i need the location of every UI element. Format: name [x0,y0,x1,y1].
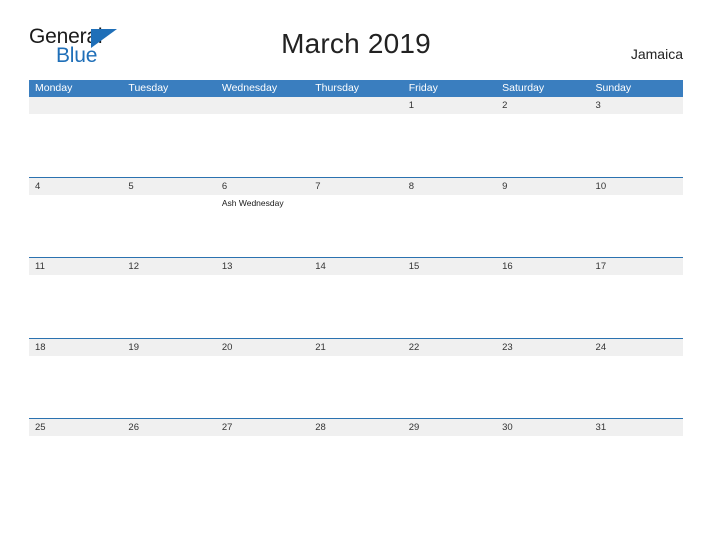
calendar-week-row: 4 5 6 7 8 9 10 Ash Wednesday [29,176,683,258]
weekday-header-friday: Friday [408,82,438,94]
calendar-day-number[interactable]: 4 [29,178,122,195]
calendar-day-number[interactable]: 21 [309,339,402,356]
calendar-day-cell[interactable] [309,436,402,498]
calendar-day-number[interactable]: 29 [403,419,496,436]
weekday-header-thursday: Thursday [315,82,360,94]
calendar-day-number[interactable]: 6 [216,178,309,195]
calendar-day-number[interactable]: 7 [309,178,402,195]
calendar-day-number[interactable]: 2 [496,97,589,114]
calendar-day-cell[interactable] [496,356,589,418]
weekday-header-row: Monday Tuesday Wednesday Thursday Friday… [29,80,683,97]
calendar-day-cell[interactable] [122,275,215,337]
calendar-day-number[interactable]: 12 [122,258,215,275]
calendar-week-row: 123 [29,97,683,177]
calendar-day-cell[interactable] [403,436,496,498]
calendar-day-number[interactable]: 25 [29,419,122,436]
calendar-day-number[interactable]: 1 [403,97,496,114]
calendar-day-event-band [29,275,683,337]
calendar-day-cell[interactable] [122,436,215,498]
calendar-day-cell[interactable] [216,275,309,337]
calendar-day-cell[interactable] [496,436,589,498]
calendar-day-number[interactable]: 3 [590,97,683,114]
calendar-day-cell[interactable] [29,195,122,257]
calendar-day-cell[interactable] [496,275,589,337]
calendar-day-cell[interactable] [309,275,402,337]
calendar-day-cell[interactable] [29,114,122,176]
calendar-day-number[interactable]: 30 [496,419,589,436]
calendar-day-cell[interactable] [122,195,215,257]
calendar-day-cell[interactable] [590,275,683,337]
calendar-week-row: 11 12 13 14 15 16 17 [29,257,683,338]
calendar-day-number-band: 4 5 6 7 8 9 10 [29,177,683,195]
calendar-day-cell[interactable] [29,275,122,337]
calendar-day-cell[interactable] [496,195,589,257]
calendar-day-cell[interactable] [309,356,402,418]
calendar-day-cell[interactable] [496,114,589,176]
calendar-day-cell[interactable] [122,114,215,176]
calendar-day-number-band: 25 26 27 28 29 30 31 [29,419,683,436]
calendar-day-cell[interactable]: Ash Wednesday [216,195,309,257]
calendar-day-cell[interactable] [590,356,683,418]
weekday-header-monday: Monday [35,82,73,94]
calendar-grid: Monday Tuesday Wednesday Thursday Friday… [29,80,683,499]
calendar-day-number[interactable]: 28 [309,419,402,436]
calendar-day-number[interactable]: 22 [403,339,496,356]
weekday-header-saturday: Saturday [502,82,545,94]
calendar-day-cell[interactable] [590,436,683,498]
calendar-day-number[interactable]: 17 [590,258,683,275]
calendar-week-row: 18 19 20 21 22 23 24 [29,337,683,419]
calendar-day-cell[interactable] [29,436,122,498]
calendar-day-number[interactable]: 18 [29,339,122,356]
calendar-day-cell[interactable] [403,275,496,337]
calendar-day-event-band [29,355,683,418]
calendar-day-cell[interactable] [590,195,683,257]
calendar-day-number[interactable]: 10 [590,178,683,195]
calendar-day-cell[interactable] [403,114,496,176]
calendar-day-cell[interactable] [216,436,309,498]
calendar-day-number[interactable]: 9 [496,178,589,195]
calendar-day-number-band: 18 19 20 21 22 23 24 [29,338,683,356]
calendar-day-number[interactable]: 19 [122,339,215,356]
calendar-day-cell[interactable] [122,356,215,418]
weekday-header-tuesday: Tuesday [128,82,169,94]
calendar-weeks: 1 2 3 4 5 6 7 8 9 10 Ash Wednesday 11 12 13 14 15 16 17 18… [29,97,683,499]
calendar-day-number[interactable]: 14 [309,258,402,275]
calendar-day-number[interactable]: 23 [496,339,589,356]
calendar-event: Ash Wednesday [221,197,284,208]
calendar-day-number[interactable]: 11 [29,258,122,275]
calendar-week-row: 25 26 27 28 29 30 31 [29,418,683,499]
calendar-day-cell[interactable] [216,114,309,176]
calendar-day-event-band: Ash Wednesday [29,194,683,257]
calendar-day-number[interactable]: 5 [122,178,215,195]
calendar-day-number[interactable]: 8 [403,178,496,195]
calendar-day-number[interactable]: 20 [216,339,309,356]
calendar-day-event-band [29,114,683,176]
calendar-day-number[interactable]: 13 [216,258,309,275]
page-header: General Blue March 2019 Jamaica [0,0,712,80]
calendar-day-event-band [29,436,683,498]
calendar-day-empty [122,97,215,114]
calendar-day-cell[interactable] [590,114,683,176]
page-title: March 2019 [281,28,431,59]
calendar-day-cell[interactable] [309,114,402,176]
calendar-day-empty [29,97,122,114]
locale-label: Jamaica [630,46,683,62]
calendar-day-number[interactable]: 31 [590,419,683,436]
calendar-day-cell[interactable] [403,356,496,418]
calendar-day-empty [216,97,309,114]
calendar-day-number-band: 11 12 13 14 15 16 17 [29,258,683,275]
calendar-day-number[interactable]: 16 [496,258,589,275]
weekday-header-sunday: Sunday [595,82,632,94]
calendar-day-number[interactable]: 24 [590,339,683,356]
calendar-day-cell[interactable] [403,195,496,257]
calendar-day-cell[interactable] [309,195,402,257]
calendar-day-cell[interactable] [216,356,309,418]
calendar-day-number[interactable]: 26 [122,419,215,436]
calendar-day-number[interactable]: 15 [403,258,496,275]
calendar-day-cell[interactable] [29,356,122,418]
calendar-day-number[interactable]: 27 [216,419,309,436]
weekday-header-wednesday: Wednesday [221,82,278,94]
calendar-day-empty [309,97,402,114]
calendar-day-number-band: 123 [29,97,683,114]
